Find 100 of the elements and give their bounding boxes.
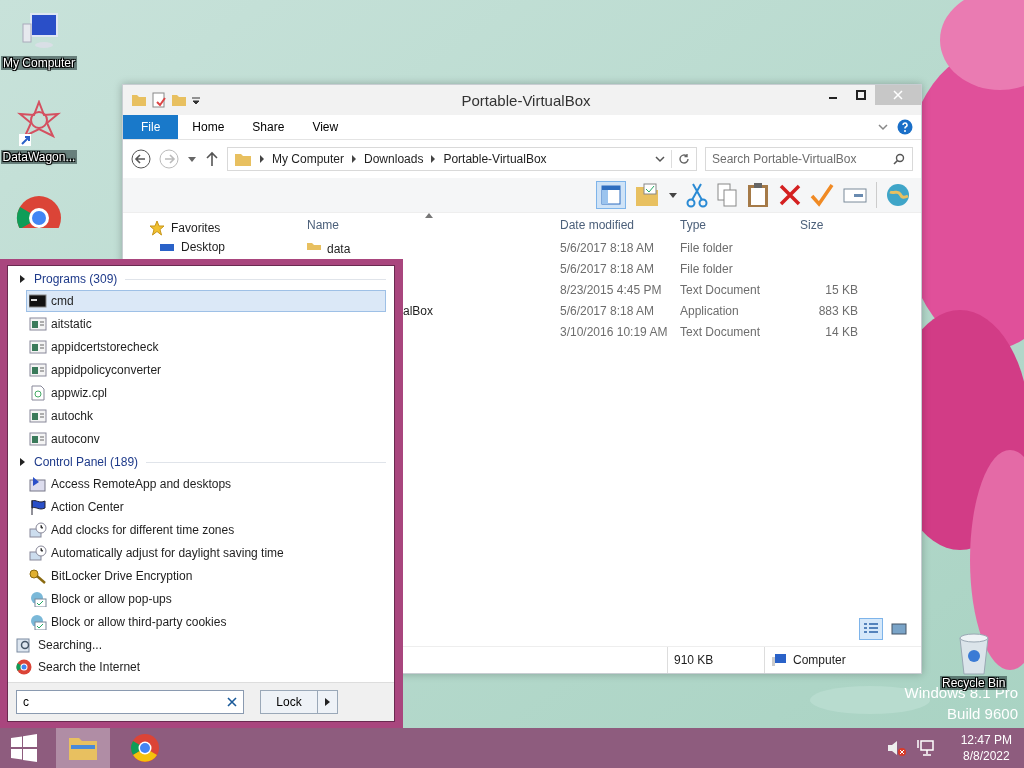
desktop-icon-label[interactable]: My Computer: [1, 56, 77, 70]
column-header[interactable]: Size: [790, 218, 858, 232]
check-icon[interactable]: [810, 182, 834, 208]
caret-icon[interactable]: [668, 190, 678, 200]
lock-button[interactable]: Lock: [260, 690, 318, 714]
result-item[interactable]: Action Center: [26, 496, 386, 518]
globe-icon[interactable]: [885, 182, 911, 208]
file-name[interactable]: data: [327, 242, 351, 256]
program-icon: [29, 408, 47, 424]
window-title: Portable-VirtualBox: [461, 91, 591, 109]
properties-icon[interactable]: [151, 92, 167, 108]
ribbon-tab[interactable]: Share: [238, 115, 299, 139]
globe-icon: [29, 614, 47, 630]
preview-pane-icon[interactable]: [596, 181, 626, 209]
clock-icon: [29, 545, 47, 561]
recent-caret-icon[interactable]: [187, 154, 197, 164]
result-item[interactable]: Block or allow pop-ups: [26, 588, 386, 610]
power-options-button[interactable]: [318, 690, 338, 714]
result-item[interactable]: Block or allow third-party cookies: [26, 611, 386, 633]
table-cell-text: 5/6/2017 8:18 AM: [560, 240, 656, 255]
cut-icon[interactable]: [686, 182, 708, 208]
result-item[interactable]: autoconv: [26, 428, 386, 450]
expand-arrow-icon[interactable]: [20, 275, 26, 283]
file-menu-button[interactable]: File: [123, 115, 179, 139]
breadcrumb[interactable]: My Computer: [272, 152, 345, 166]
folder-icon: [67, 736, 99, 760]
table-cell-text: 14 KB: [824, 324, 858, 339]
dropdown-icon[interactable]: [655, 154, 665, 164]
muted-volume-icon[interactable]: [886, 739, 907, 757]
close-icon: [893, 90, 903, 100]
up-icon[interactable]: [205, 151, 219, 167]
ribbon-tab[interactable]: View: [298, 115, 353, 139]
breadcrumb[interactable]: Portable-VirtualBox: [443, 152, 547, 166]
clipboard-icon[interactable]: [746, 182, 770, 208]
folder-icon: [234, 151, 252, 167]
result-item[interactable]: aitstatic: [26, 313, 386, 335]
chevron-icon[interactable]: [429, 155, 438, 163]
result-item[interactable]: Access RemoteApp and desktops: [26, 473, 386, 495]
help-icon[interactable]: [897, 119, 913, 135]
chevron-icon[interactable]: [350, 155, 359, 163]
breadcrumb[interactable]: Downloads: [364, 152, 424, 166]
clock-time[interactable]: 12:47 PM: [960, 733, 1012, 747]
chevron-icon[interactable]: [258, 155, 266, 163]
status-text: Computer: [793, 653, 846, 667]
table-cell-text: 5/6/2017 8:18 AM: [560, 303, 656, 318]
result-item[interactable]: BitLocker Drive Encryption: [26, 565, 386, 587]
delete-icon[interactable]: [778, 182, 802, 208]
search-link[interactable]: Search the Internet: [16, 656, 386, 678]
column-header[interactable]: Type: [680, 218, 790, 232]
list-icon: [863, 622, 879, 636]
table-cell-text: Text Document: [680, 282, 762, 297]
ribbon-tab[interactable]: Home: [178, 115, 239, 139]
table-cell-text: Text Document: [680, 324, 762, 339]
table-cell-text: File folder: [680, 261, 734, 276]
search-field[interactable]: c: [16, 690, 244, 714]
file-name[interactable]: alBox: [403, 303, 434, 318]
windows-logo-icon: [10, 734, 38, 762]
result-item[interactable]: Add clocks for different time zones: [26, 519, 386, 541]
nav-item[interactable]: Favorites: [171, 220, 221, 235]
search-icon[interactable]: [893, 153, 905, 165]
table-cell-text: 5/6/2017 8:18 AM: [560, 261, 656, 276]
expand-ribbon-icon[interactable]: [877, 121, 889, 133]
nav-item[interactable]: Desktop: [181, 239, 226, 254]
details-view-button[interactable]: [859, 618, 883, 640]
column-header[interactable]: Name: [299, 218, 560, 232]
result-item[interactable]: appwiz.cpl: [26, 382, 386, 404]
star-shortcut-icon[interactable]: [17, 100, 61, 148]
clear-icon[interactable]: [227, 697, 237, 707]
table-cell-text: 15 KB: [824, 282, 858, 297]
folder-check-icon[interactable]: [634, 182, 660, 208]
address-bar[interactable]: My Computer Downloads Portable-VirtualBox: [227, 147, 697, 171]
table-cell-text: 3/10/2016 10:19 AM: [560, 324, 669, 339]
search-link[interactable]: Searching...: [16, 634, 386, 656]
computer-icon: [771, 653, 787, 667]
result-item[interactable]: Automatically adjust for daylight saving time: [26, 542, 386, 564]
result-item[interactable]: appidpolicyconverter: [26, 359, 386, 381]
table-cell-text: File folder: [680, 240, 734, 255]
refresh-icon[interactable]: [678, 153, 690, 165]
result-item[interactable]: cmd: [26, 290, 386, 312]
remote-desktop-icon: [29, 476, 47, 492]
table-cell-text: 883 KB: [817, 303, 858, 318]
group-header[interactable]: Programs (309): [34, 272, 118, 286]
folder-icon: [307, 242, 321, 250]
group-header[interactable]: Control Panel (189): [34, 455, 139, 469]
table-cell-text: 8/23/2015 4:45 PM: [560, 282, 663, 297]
result-item[interactable]: appidcertstorecheck: [26, 336, 386, 358]
clock-date[interactable]: 8/8/2022: [962, 749, 1010, 763]
maximize-icon: [856, 90, 866, 100]
result-item[interactable]: autochk: [26, 405, 386, 427]
back-icon[interactable]: [131, 149, 151, 169]
program-icon: [29, 362, 47, 378]
search-field[interactable]: Search Portable-VirtualBox: [705, 147, 913, 171]
column-header[interactable]: Date modified: [560, 218, 680, 232]
network-icon[interactable]: [914, 739, 935, 757]
document-icon: [29, 385, 47, 401]
key-icon: [29, 568, 47, 584]
star-icon: [149, 219, 165, 236]
search-icon: [16, 637, 32, 653]
chrome-icon[interactable]: [15, 194, 63, 228]
expand-arrow-icon[interactable]: [20, 458, 26, 466]
